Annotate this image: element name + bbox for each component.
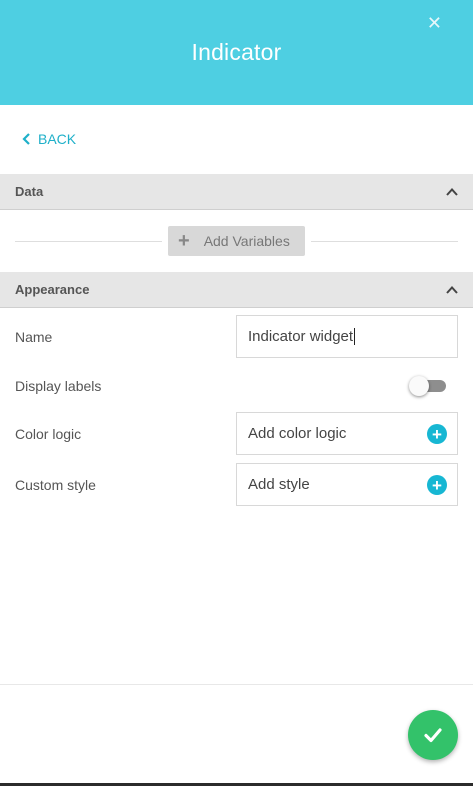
display-labels-label: Display labels xyxy=(15,378,102,394)
panel-header: Indicator ✕ xyxy=(0,0,473,105)
chevron-up-icon xyxy=(446,286,458,294)
name-label: Name xyxy=(15,329,53,345)
add-variables-label: Add Variables xyxy=(203,233,290,249)
close-icon[interactable]: ✕ xyxy=(427,14,442,32)
plus-icon: + xyxy=(178,230,190,252)
add-circle-icon[interactable]: + xyxy=(427,475,447,495)
divider-right xyxy=(311,241,458,242)
data-section-title: Data xyxy=(15,184,44,199)
chevron-left-icon xyxy=(22,133,30,145)
name-value: Indicator widget xyxy=(248,328,354,345)
custom-style-placeholder: Add style xyxy=(248,476,310,493)
back-link[interactable]: BACK xyxy=(22,131,76,147)
panel-title: Indicator xyxy=(191,39,282,65)
data-section-header[interactable]: Data xyxy=(0,174,473,210)
text-cursor xyxy=(354,328,356,345)
custom-style-field[interactable]: Add style + xyxy=(236,463,458,506)
footer-divider xyxy=(0,684,473,685)
chevron-up-icon xyxy=(446,188,458,196)
add-circle-icon[interactable]: + xyxy=(427,424,447,444)
appearance-section-header[interactable]: Appearance xyxy=(0,272,473,308)
custom-style-label: Custom style xyxy=(15,477,96,493)
color-logic-label: Color logic xyxy=(15,426,82,442)
add-variables-button[interactable]: + Add Variables xyxy=(168,226,305,256)
divider-left xyxy=(15,241,162,242)
appearance-section-title: Appearance xyxy=(15,282,90,297)
color-logic-field[interactable]: Add color logic + xyxy=(236,412,458,455)
color-logic-placeholder: Add color logic xyxy=(248,425,347,442)
display-labels-toggle[interactable] xyxy=(409,376,447,396)
back-label: BACK xyxy=(38,131,77,147)
confirm-button[interactable] xyxy=(408,710,458,760)
check-icon xyxy=(424,728,442,743)
toggle-knob xyxy=(409,376,429,396)
name-input[interactable]: Indicator widget xyxy=(236,315,458,358)
